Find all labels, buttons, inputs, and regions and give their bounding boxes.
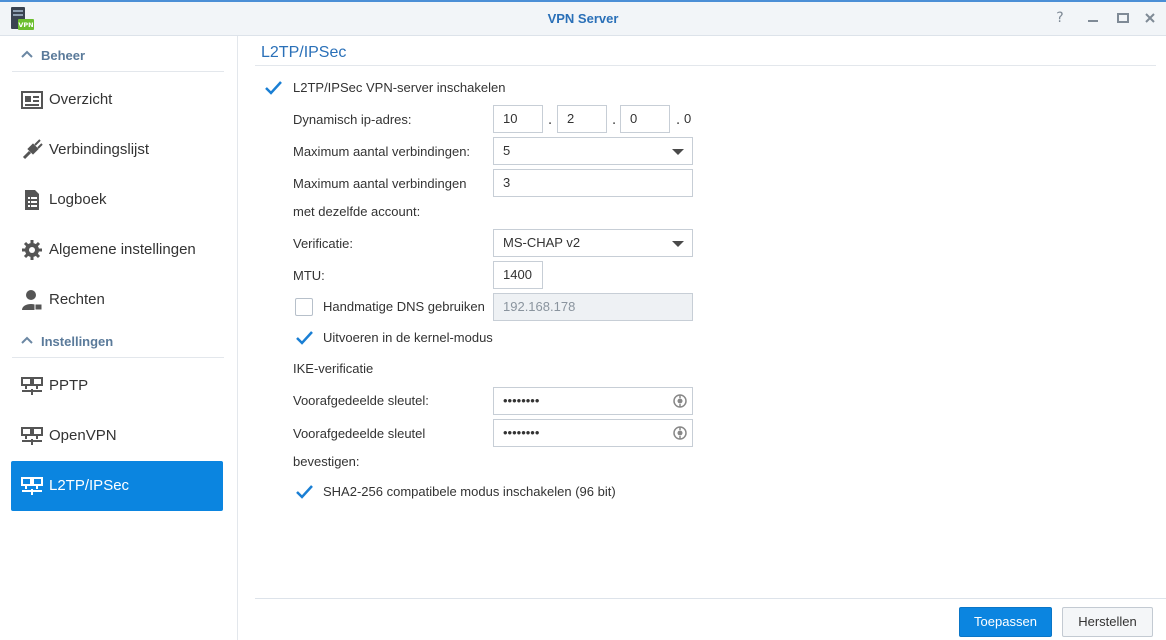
network-icon: [21, 477, 43, 495]
sidebar-item-label: PPTP: [49, 377, 89, 394]
dynamic-ip-octet-3[interactable]: 0: [620, 105, 670, 133]
overview-icon: [21, 91, 43, 109]
chevron-up-icon: [21, 50, 33, 58]
max-connections-label: Maximum aantal verbindingen:: [293, 144, 471, 159]
sidebar-item-label: Logboek: [49, 191, 107, 208]
dropdown-arrow-icon: [672, 241, 684, 247]
sidebar-item-rechten[interactable]: Rechten: [11, 275, 223, 325]
sidebar-item-label: Overzicht: [49, 91, 113, 108]
sidebar-section-beheer[interactable]: Beheer: [12, 38, 224, 72]
sidebar-item-label: L2TP/IPSec: [49, 477, 130, 494]
reset-button[interactable]: Herstellen: [1062, 607, 1153, 637]
network-icon: [21, 427, 43, 445]
sha2-checkbox[interactable]: [295, 483, 313, 501]
dynamic-ip-octet-4: 0: [684, 111, 692, 126]
verification-value: MS-CHAP v2: [503, 235, 581, 250]
sha2-label: SHA2-256 compatibele modus inschakelen (…: [323, 484, 616, 499]
page-title: L2TP/IPSec: [261, 44, 347, 61]
max-connections-account-label-line2: met dezelfde account:: [293, 204, 421, 219]
max-connections-select[interactable]: 5: [493, 137, 693, 165]
dynamic-ip-octet-2[interactable]: 2: [557, 105, 607, 133]
log-icon: [25, 190, 39, 210]
minimize-icon[interactable]: [1085, 10, 1101, 26]
psk-confirm-label-line2: bevestigen:: [293, 454, 360, 469]
manual-dns-label: Handmatige DNS gebruiken: [323, 299, 485, 314]
max-connections-account-label: Maximum aantal verbindingen: [293, 176, 467, 191]
enable-l2tp-label: L2TP/IPSec VPN-server inschakelen: [293, 80, 506, 95]
user-permissions-icon: [22, 290, 43, 311]
sidebar-item-logboek[interactable]: Logboek: [11, 175, 223, 225]
window-title: VPN Server: [547, 11, 619, 26]
apply-button[interactable]: Toepassen: [959, 607, 1052, 637]
kernel-mode-checkbox[interactable]: [295, 329, 313, 347]
chevron-up-icon: [21, 336, 33, 344]
manual-dns-input[interactable]: 192.168.178: [493, 293, 693, 321]
sidebar: Beheer Overzicht Verbindingslijst Logboe…: [0, 36, 238, 640]
mtu-label: MTU:: [293, 268, 325, 283]
show-password-icon[interactable]: [672, 425, 688, 441]
sidebar-section-label: Beheer: [41, 48, 86, 63]
psk-value: ••••••••: [503, 393, 540, 408]
dynamic-ip-octet-1[interactable]: 10: [493, 105, 543, 133]
sidebar-item-label: Rechten: [49, 291, 105, 308]
dynamic-ip-label: Dynamisch ip-adres:: [293, 112, 412, 127]
max-connections-account-input[interactable]: 3: [493, 169, 693, 197]
sidebar-item-l2tp-ipsec[interactable]: L2TP/IPSec: [11, 461, 223, 511]
maximize-icon[interactable]: [1115, 10, 1131, 26]
connection-list-icon: [22, 139, 43, 160]
mtu-input[interactable]: 1400: [493, 261, 543, 289]
psk-label: Voorafgedeelde sleutel:: [293, 393, 429, 408]
sidebar-item-label: Algemene instellingen: [49, 241, 196, 258]
help-icon[interactable]: ?: [1052, 10, 1068, 26]
title-divider: [255, 65, 1156, 66]
sidebar-item-openvpn[interactable]: OpenVPN: [11, 411, 223, 461]
ip-dot-separator: .: [612, 113, 617, 128]
sidebar-item-label: OpenVPN: [49, 427, 117, 444]
gear-icon: [22, 240, 42, 260]
sidebar-section-instellingen[interactable]: Instellingen: [12, 324, 224, 358]
manual-dns-checkbox[interactable]: [295, 298, 313, 316]
kernel-mode-label: Uitvoeren in de kernel-modus: [323, 330, 493, 345]
show-password-icon[interactable]: [672, 393, 688, 409]
verification-label: Verificatie:: [293, 236, 353, 251]
psk-confirm-value: ••••••••: [503, 425, 540, 440]
verification-select[interactable]: MS-CHAP v2: [493, 229, 693, 257]
enable-l2tp-checkbox[interactable]: [264, 79, 282, 97]
ip-dot-separator: .: [676, 113, 681, 128]
sidebar-section-label: Instellingen: [41, 334, 114, 349]
title-bar: VPN VPN Server ?: [0, 0, 1166, 36]
sidebar-item-overzicht[interactable]: Overzicht: [11, 75, 223, 125]
dropdown-arrow-icon: [672, 149, 684, 155]
psk-confirm-input[interactable]: ••••••••: [493, 419, 693, 447]
psk-confirm-label: Voorafgedeelde sleutel: [293, 426, 426, 441]
ike-verification-heading: IKE-verificatie: [293, 361, 374, 376]
sidebar-item-pptp[interactable]: PPTP: [11, 361, 223, 411]
psk-input[interactable]: ••••••••: [493, 387, 693, 415]
max-connections-value: 5: [503, 143, 511, 158]
network-icon: [21, 377, 43, 395]
close-icon[interactable]: [1142, 10, 1158, 26]
sidebar-item-verbindingslijst[interactable]: Verbindingslijst: [11, 125, 223, 175]
sidebar-item-label: Verbindingslijst: [49, 141, 150, 158]
sidebar-item-algemene-instellingen[interactable]: Algemene instellingen: [11, 225, 223, 275]
ip-dot-separator: .: [548, 113, 553, 128]
footer-divider: [255, 598, 1166, 599]
main-content: L2TP/IPSec L2TP/IPSec VPN-server inschak…: [239, 36, 1166, 640]
